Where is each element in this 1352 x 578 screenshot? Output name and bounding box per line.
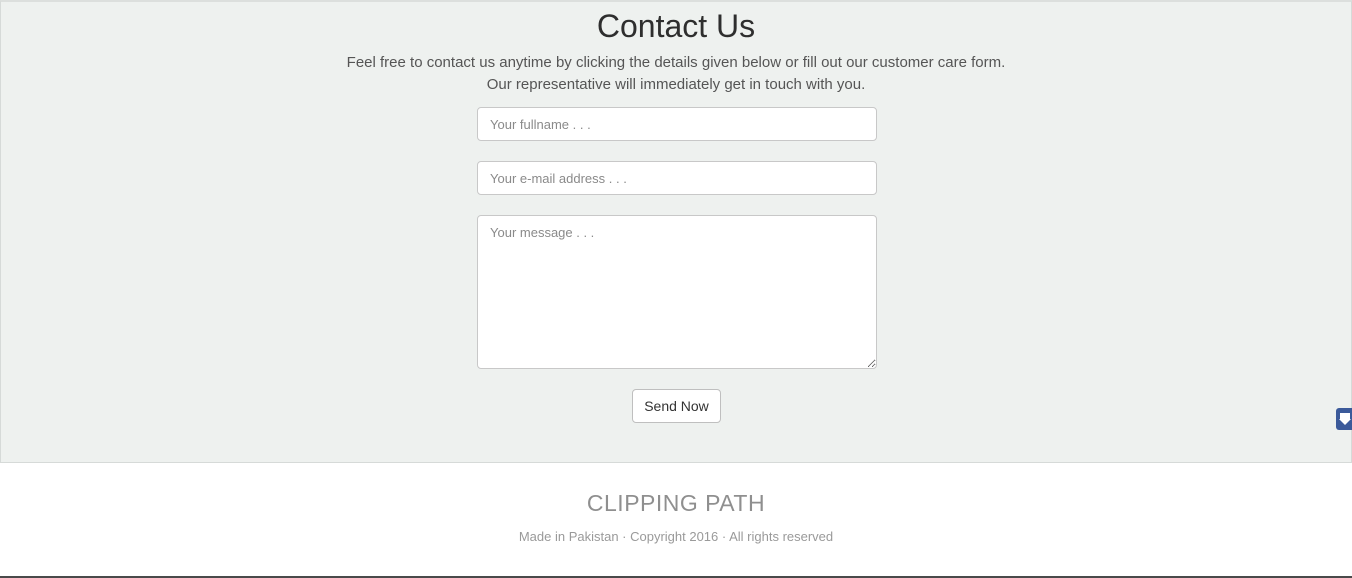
send-now-button[interactable]: Send Now — [632, 389, 721, 423]
contact-section: Contact Us Feel free to contact us anyti… — [0, 0, 1352, 463]
footer-copyright: Made in Pakistan · Copyright 2016 · All … — [518, 529, 834, 544]
footer-brand: CLIPPING PATH — [586, 490, 766, 516]
message-textarea[interactable] — [477, 215, 877, 369]
footer: CLIPPING PATH Made in Pakistan · Copyrig… — [0, 463, 1352, 578]
email-input[interactable] — [477, 161, 877, 195]
contact-title: Contact Us — [596, 8, 756, 44]
contact-description: Feel free to contact us anytime by click… — [1, 52, 1351, 96]
contact-description-line-2: Our representative will immediately get … — [486, 76, 866, 93]
page: Contact Us Feel free to contact us anyti… — [0, 0, 1352, 578]
contact-description-line-1: Feel free to contact us anytime by click… — [346, 54, 1006, 71]
fullname-input[interactable] — [477, 107, 877, 141]
arrow-down-icon — [1339, 413, 1351, 425]
side-scroll-tab[interactable] — [1336, 408, 1352, 430]
